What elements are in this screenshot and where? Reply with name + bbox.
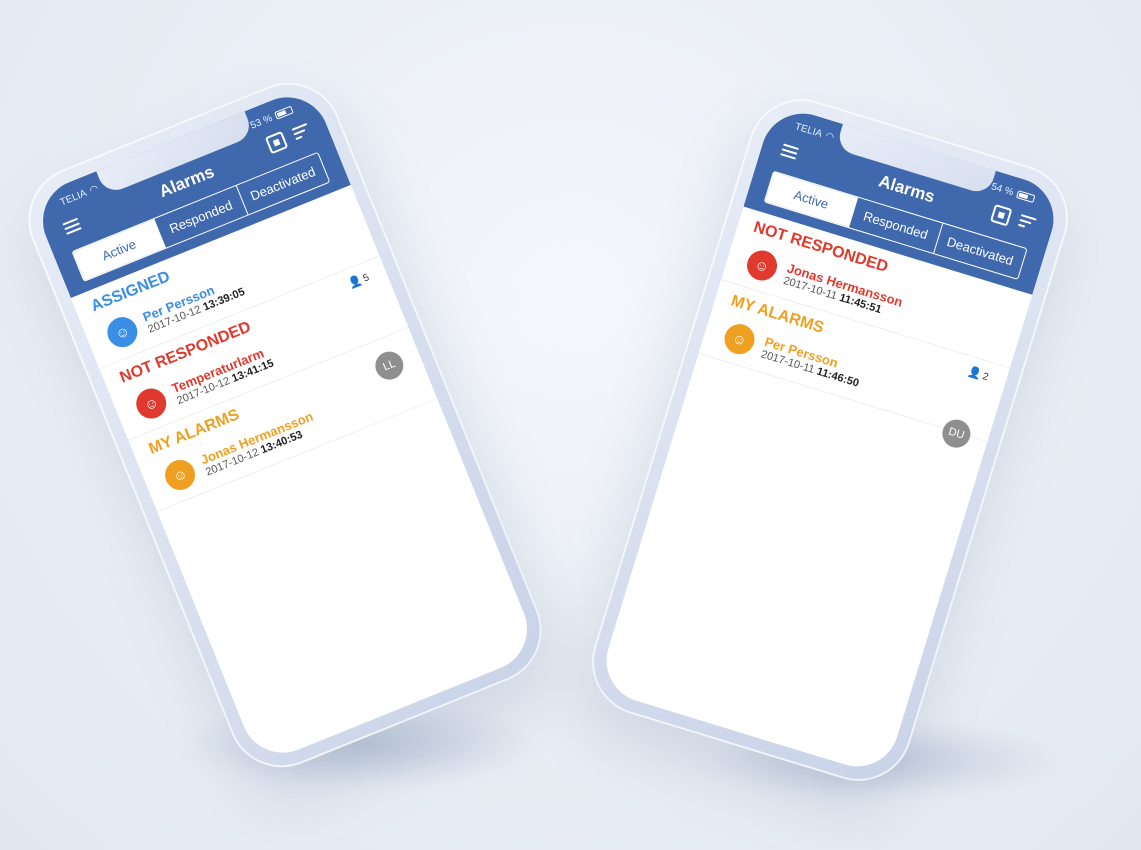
filter-icon[interactable]: [291, 122, 311, 143]
person-icon: ☺: [720, 320, 759, 358]
person-icon: ☺: [102, 312, 142, 352]
person-icon: ☺: [131, 384, 171, 424]
phone-left: TELIA ◠ 53 % Alarms Active Responded Deac…: [12, 66, 558, 784]
menu-icon[interactable]: [62, 217, 82, 238]
person-icon: ☺: [160, 455, 200, 495]
wifi-icon: ◠: [87, 182, 101, 197]
qr-scan-icon[interactable]: [264, 130, 289, 155]
battery-icon: [1015, 190, 1036, 204]
avatar: DU: [938, 416, 974, 452]
phone-right: TELIA ◠ 54 % Alarms Active Responded Deac…: [578, 85, 1082, 795]
qr-scan-icon[interactable]: [989, 203, 1013, 227]
person-icon: ☺: [743, 246, 781, 285]
menu-icon[interactable]: [779, 143, 799, 162]
phone-screen: TELIA ◠ 54 % Alarms Active Responded Deac…: [596, 103, 1064, 777]
wifi-icon: ◠: [824, 130, 836, 144]
phone-screen: TELIA ◠ 53 % Alarms Active Responded Deac…: [30, 84, 540, 766]
filter-icon[interactable]: [1017, 213, 1037, 233]
